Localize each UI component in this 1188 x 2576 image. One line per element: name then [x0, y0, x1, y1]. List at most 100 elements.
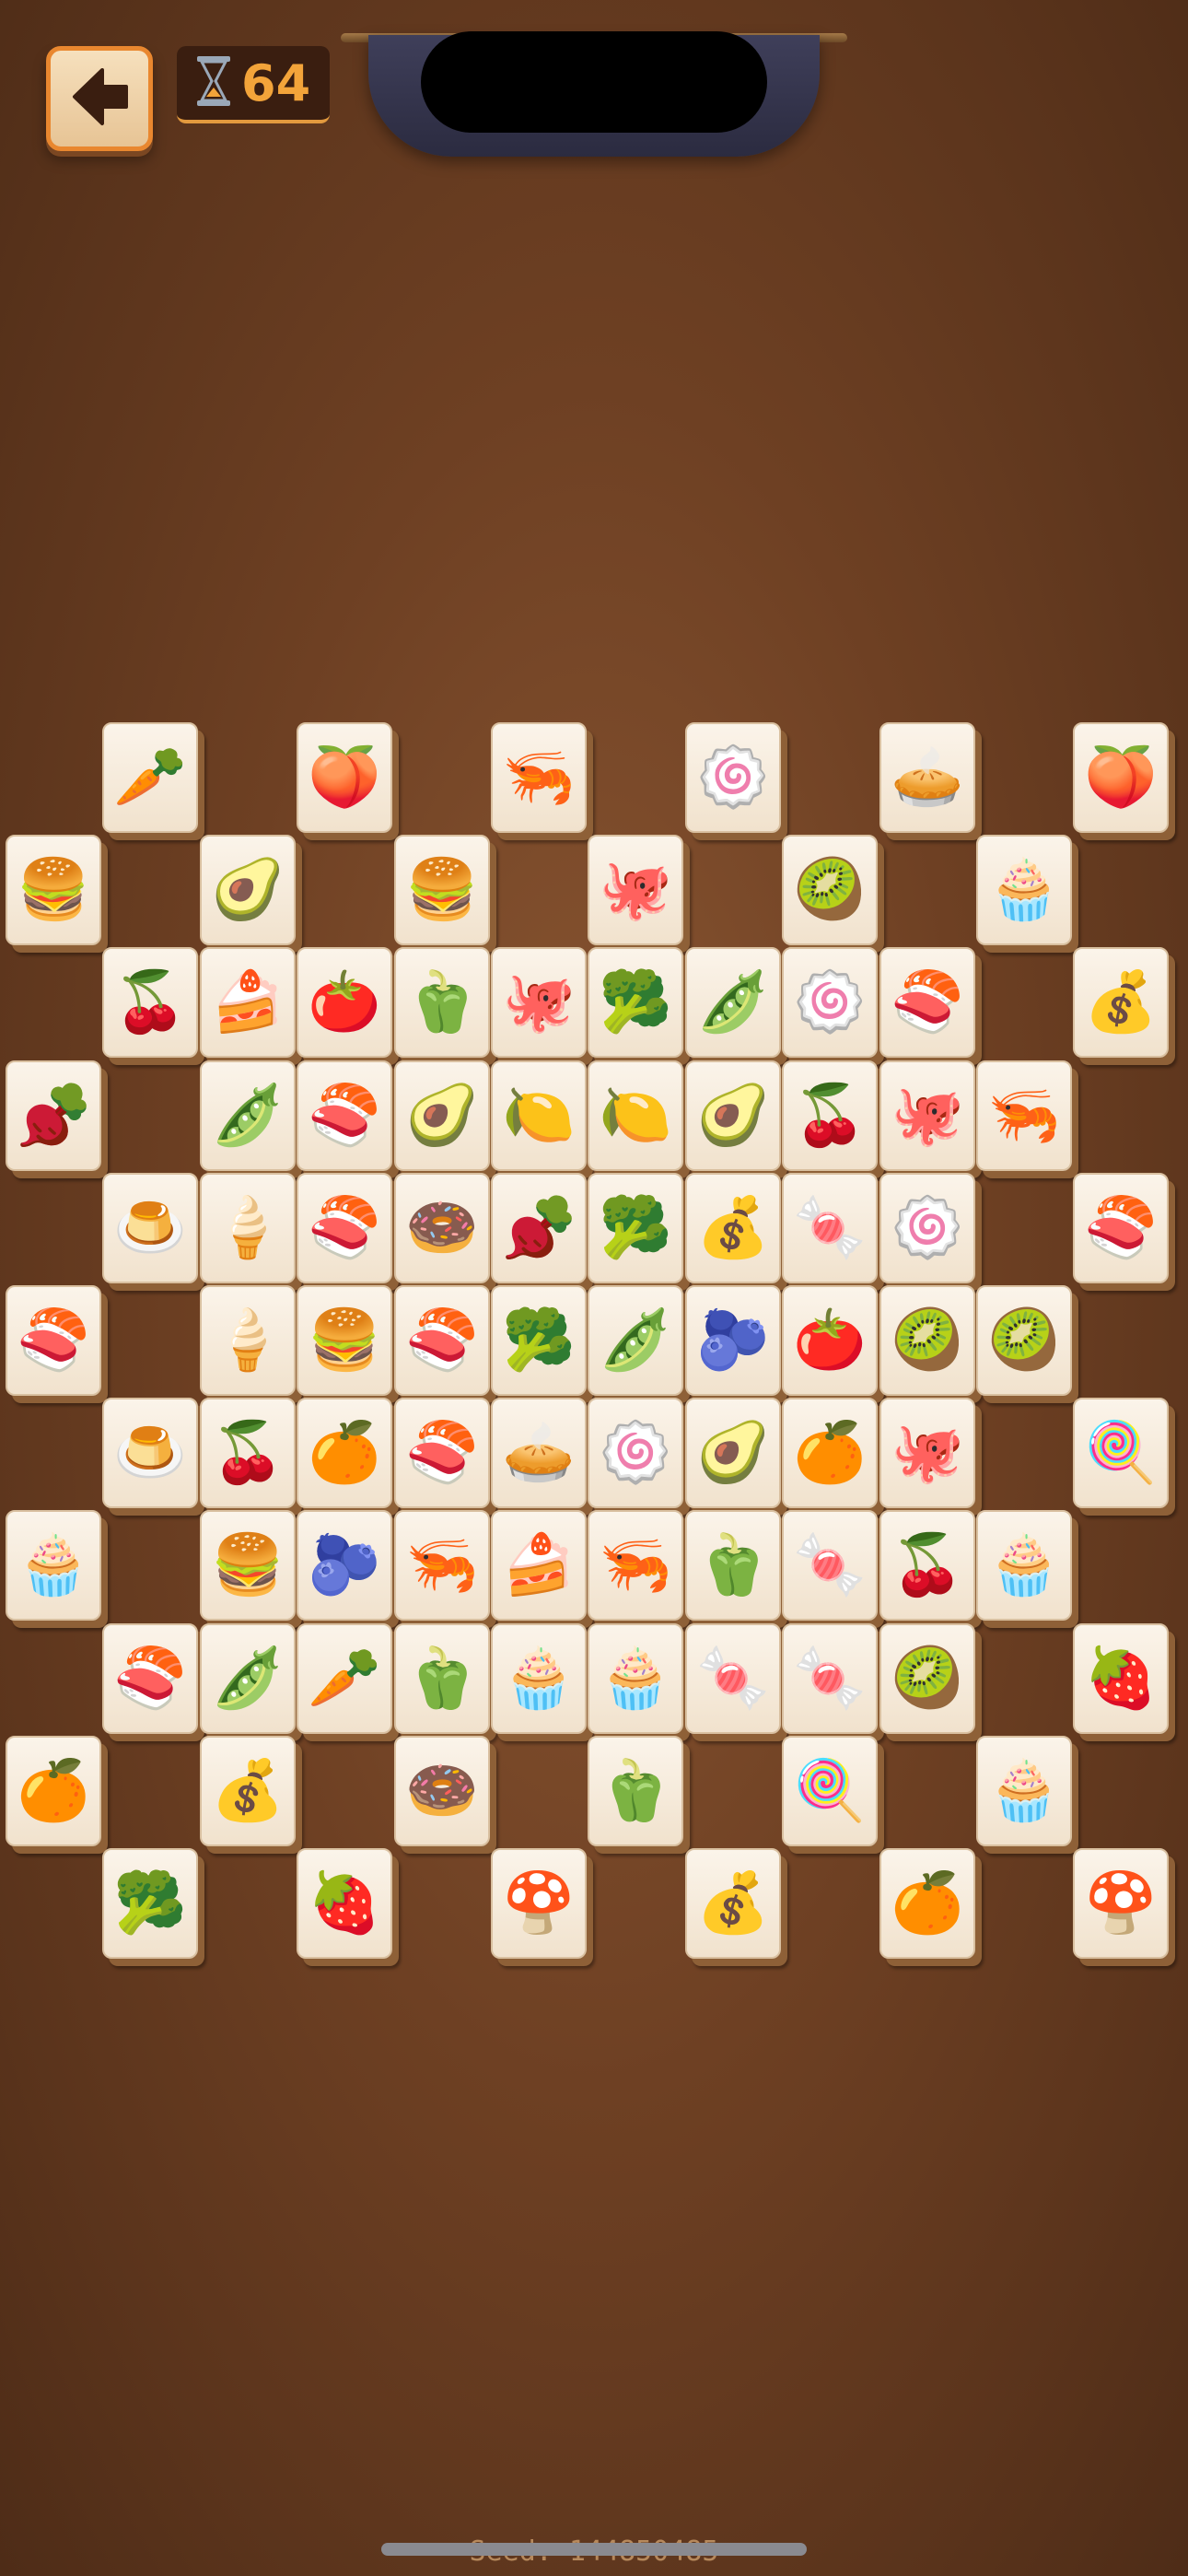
tile-shrimp[interactable]: 🦐: [491, 722, 587, 833]
tile-chocolate-cupcake[interactable]: 🧁: [491, 1623, 587, 1734]
tile-yellow-candy[interactable]: 🍬: [782, 1173, 878, 1283]
blue-cupcake-icon: 🧁: [987, 1531, 1061, 1599]
tile-red-pepper[interactable]: 🫑: [394, 947, 490, 1058]
tile-peas[interactable]: 🫛: [685, 947, 781, 1058]
tile-orange[interactable]: 🍊: [297, 1398, 392, 1508]
tile-cupcake[interactable]: 🧁: [976, 835, 1072, 945]
tile-yellow-candy[interactable]: 🍬: [782, 1510, 878, 1621]
tile-cupcake[interactable]: 🧁: [976, 1736, 1072, 1846]
tile-macaron[interactable]: 🍔: [6, 835, 101, 945]
tile-kiwi[interactable]: 🥝: [782, 835, 878, 945]
tile-cake-slice[interactable]: 🍰: [200, 947, 296, 1058]
tile-tuna[interactable]: 🍣: [6, 1285, 101, 1396]
orange-icon: 🍊: [308, 1419, 381, 1487]
tile-beet[interactable]: 🫜: [6, 1060, 101, 1171]
tile-macaron[interactable]: 🍔: [297, 1285, 392, 1396]
tile-yellow-candy[interactable]: 🍬: [685, 1623, 781, 1734]
tile-tomato[interactable]: 🍅: [782, 1285, 878, 1396]
tile-rainbow-macaron[interactable]: 🍔: [200, 1510, 296, 1621]
back-button[interactable]: [46, 46, 153, 151]
tile-salmon[interactable]: 🍣: [297, 1060, 392, 1171]
tile-lemon[interactable]: 🍋: [588, 1060, 683, 1171]
tile-octopus[interactable]: 🐙: [491, 947, 587, 1058]
tile-peas[interactable]: 🫛: [200, 1623, 296, 1734]
tile-rainbow-macaron[interactable]: 🍔: [394, 835, 490, 945]
tile-tuna[interactable]: 🍣: [394, 1398, 490, 1508]
tile-shrimp[interactable]: 🦐: [588, 1510, 683, 1621]
tile-swiss-roll[interactable]: 🍥: [685, 722, 781, 833]
tile-cherries[interactable]: 🍒: [102, 947, 198, 1058]
tile-dumpling-bag[interactable]: 💰: [685, 1848, 781, 1959]
tile-salmon[interactable]: 🍣: [297, 1173, 392, 1283]
tile-broccoli[interactable]: 🥦: [588, 947, 683, 1058]
tile-pie[interactable]: 🥧: [879, 722, 975, 833]
tile-strawberry-tart[interactable]: 🍓: [297, 1848, 392, 1959]
tile-red-pepper[interactable]: 🫑: [588, 1736, 683, 1846]
tile-octopus[interactable]: 🐙: [588, 835, 683, 945]
tile-salmon[interactable]: 🍣: [394, 1285, 490, 1396]
tile-matcha-roll[interactable]: 🍥: [588, 1398, 683, 1508]
tile-yellow-candy[interactable]: 🍬: [782, 1623, 878, 1734]
tile-chocolate-cupcake[interactable]: 🧁: [6, 1510, 101, 1621]
tile-mushroom[interactable]: 🍄: [491, 1848, 587, 1959]
tile-orange[interactable]: 🍊: [782, 1398, 878, 1508]
tile-peas[interactable]: 🫛: [588, 1285, 683, 1396]
tile-dumpling-bag[interactable]: 💰: [200, 1736, 296, 1846]
tile-cherries[interactable]: 🍒: [782, 1060, 878, 1171]
tile-rainbow-popsicle[interactable]: 🍭: [1073, 1398, 1169, 1508]
tile-red-pepper[interactable]: 🫑: [394, 1623, 490, 1734]
tile-carrot[interactable]: 🥕: [297, 1623, 392, 1734]
tile-donut[interactable]: 🍩: [394, 1173, 490, 1283]
tile-cream-tart[interactable]: 🍮: [102, 1398, 198, 1508]
tile-broccoli[interactable]: 🥦: [491, 1285, 587, 1396]
tile-avocado[interactable]: 🥑: [685, 1398, 781, 1508]
tile-cherries[interactable]: 🍒: [200, 1398, 296, 1508]
tile-tuna[interactable]: 🍣: [879, 947, 975, 1058]
tile-shrimp[interactable]: 🦐: [976, 1060, 1072, 1171]
tile-donut[interactable]: 🍩: [394, 1736, 490, 1846]
tile-blue-cupcake[interactable]: 🧁: [976, 1510, 1072, 1621]
tile-avocado[interactable]: 🥑: [200, 835, 296, 945]
tile-swiss-roll[interactable]: 🍥: [879, 1173, 975, 1283]
tile-blueberries[interactable]: 🫐: [297, 1510, 392, 1621]
tile-broccoli[interactable]: 🥦: [588, 1173, 683, 1283]
tile-dumpling-bag[interactable]: 💰: [1073, 947, 1169, 1058]
tile-cake-slice[interactable]: 🍰: [491, 1510, 587, 1621]
tile-beet[interactable]: 🫜: [491, 1173, 587, 1283]
tile-avocado[interactable]: 🥑: [685, 1060, 781, 1171]
tile-octopus[interactable]: 🐙: [879, 1398, 975, 1508]
tile-rainbow-popsicle[interactable]: 🍭: [782, 1736, 878, 1846]
dumpling-bag-icon: 💰: [1084, 968, 1158, 1036]
tile-orange[interactable]: 🍊: [879, 1848, 975, 1959]
tile-mushroom[interactable]: 🍄: [1073, 1848, 1169, 1959]
tile-avocado[interactable]: 🥑: [394, 1060, 490, 1171]
tile-peach[interactable]: 🍑: [297, 722, 392, 833]
tile-peach[interactable]: 🍑: [1073, 722, 1169, 833]
tile-orange[interactable]: 🍊: [6, 1736, 101, 1846]
tile-dumpling-bag[interactable]: 💰: [685, 1173, 781, 1283]
home-indicator[interactable]: [381, 2543, 807, 2556]
tile-cherries[interactable]: 🍒: [879, 1510, 975, 1621]
tile-matcha-roll[interactable]: 🍥: [782, 947, 878, 1058]
tile-kiwi[interactable]: 🥝: [879, 1623, 975, 1734]
tile-strawberry-tart[interactable]: 🍓: [1073, 1623, 1169, 1734]
tile-peas[interactable]: 🫛: [200, 1060, 296, 1171]
tile-red-pepper[interactable]: 🫑: [685, 1510, 781, 1621]
tile-blue-cupcake[interactable]: 🧁: [588, 1623, 683, 1734]
tile-salmon[interactable]: 🍣: [102, 1623, 198, 1734]
tile-kiwi[interactable]: 🥝: [879, 1285, 975, 1396]
tile-lemon[interactable]: 🍋: [491, 1060, 587, 1171]
tile-green-popsicle[interactable]: 🍦: [200, 1285, 296, 1396]
tile-carrot[interactable]: 🥕: [102, 722, 198, 833]
tile-kiwi[interactable]: 🥝: [976, 1285, 1072, 1396]
shrimp-icon: 🦐: [502, 744, 576, 812]
tile-octopus[interactable]: 🐙: [879, 1060, 975, 1171]
tile-shrimp[interactable]: 🦐: [394, 1510, 490, 1621]
tile-tomato[interactable]: 🍅: [297, 947, 392, 1058]
tile-cream-tart[interactable]: 🍮: [102, 1173, 198, 1283]
tile-pie[interactable]: 🥧: [491, 1398, 587, 1508]
tile-green-popsicle[interactable]: 🍦: [200, 1173, 296, 1283]
tile-broccoli[interactable]: 🥦: [102, 1848, 198, 1959]
tile-tuna[interactable]: 🍣: [1073, 1173, 1169, 1283]
tile-blueberries[interactable]: 🫐: [685, 1285, 781, 1396]
